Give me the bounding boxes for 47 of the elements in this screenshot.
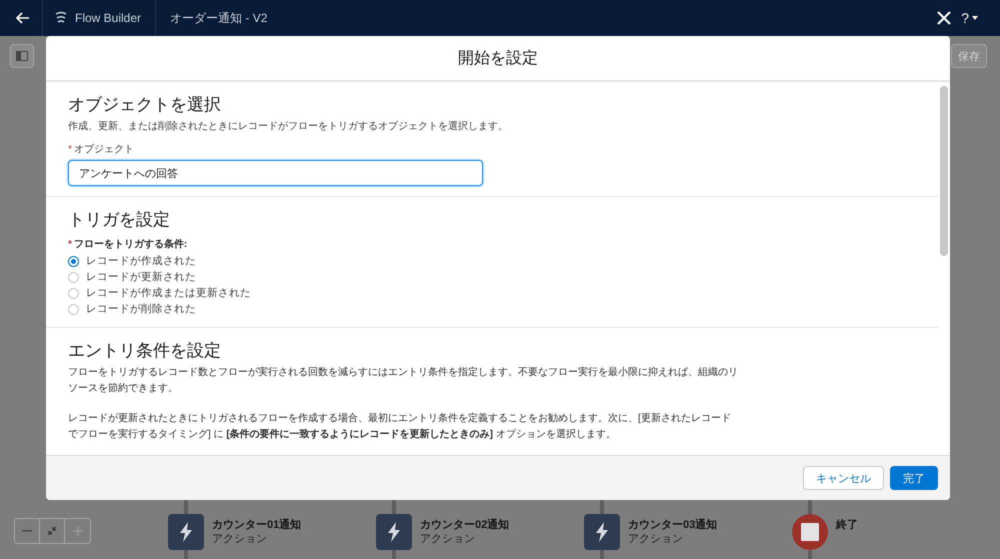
section-heading: エントリ条件を設定: [68, 340, 222, 362]
lightning-icon: [595, 522, 609, 542]
help-button[interactable]: ?: [961, 10, 978, 26]
radio-button[interactable]: [68, 272, 79, 282]
flow-name: オーダー通知 - V2: [170, 10, 268, 26]
radio-label[interactable]: レコードが削除された: [86, 302, 196, 316]
node-title: カウンター03通知: [628, 518, 718, 532]
toggle-panel-button[interactable]: [10, 44, 34, 68]
flow-logo-icon: [55, 11, 67, 25]
node-type: アクション: [212, 532, 267, 546]
end-node[interactable]: [792, 514, 828, 550]
section-heading: オブジェクトを選択: [68, 94, 222, 116]
cancel-button[interactable]: キャンセル: [803, 466, 884, 490]
zoom-out-button[interactable]: [15, 519, 40, 543]
plus-icon: [72, 526, 82, 536]
section-heading: トリガを設定: [68, 209, 171, 231]
node-type: アクション: [628, 532, 683, 546]
radio-label[interactable]: レコードが作成された: [86, 254, 196, 268]
minus-icon: [22, 530, 32, 532]
object-field[interactable]: アンケートへの回答: [68, 160, 483, 186]
lightning-icon: [179, 522, 193, 542]
action-node[interactable]: [168, 514, 204, 550]
caret-icon: [972, 16, 978, 20]
action-node[interactable]: [584, 514, 620, 550]
lightning-icon: [387, 522, 401, 542]
done-button[interactable]: 完了: [890, 466, 938, 490]
shrink-icon: [47, 526, 57, 536]
radio-label[interactable]: レコードが更新された: [86, 270, 196, 284]
radio-label[interactable]: レコードが作成または更新された: [86, 286, 251, 300]
field-label: * オブジェクト: [68, 142, 135, 156]
section-description: 作成、更新、または削除されたときにレコードがフローをトリガするオブジェクトを選択します。: [68, 120, 509, 133]
action-node[interactable]: [376, 514, 412, 550]
field-label: * フローをトリガする条件:: [68, 238, 188, 251]
close-icon[interactable]: [937, 11, 952, 25]
radio-button[interactable]: [68, 304, 79, 314]
app-name: Flow Builder: [75, 11, 142, 25]
node-title: カウンター02通知: [420, 518, 510, 532]
paragraph: レコードが更新されたときにトリガされるフローを作成する場合、最初にエントリ条件を定義することをお勧めします。次に、[更新されたレコードでフローを実行するタイミング] に [条件の要件に一致するようにレコードを更新したときのみ] オプションを選択します。: [68, 412, 732, 442]
node-title: 終了: [836, 518, 858, 532]
modal-title: 開始を設定: [46, 36, 950, 82]
node-type: アクション: [420, 532, 475, 546]
node-title: カウンター01通知: [212, 518, 302, 532]
paragraph: フローをトリガするレコード数とフローが実行される回数を減らすにはエントリ条件を指定します。不要なフロー実行を最小限に抑えれば、組織のリソースを節約できます。: [68, 366, 739, 396]
radio-button[interactable]: [68, 256, 79, 266]
stop-icon: [801, 523, 819, 541]
radio-button[interactable]: [68, 288, 79, 298]
panel-icon: [16, 51, 28, 61]
